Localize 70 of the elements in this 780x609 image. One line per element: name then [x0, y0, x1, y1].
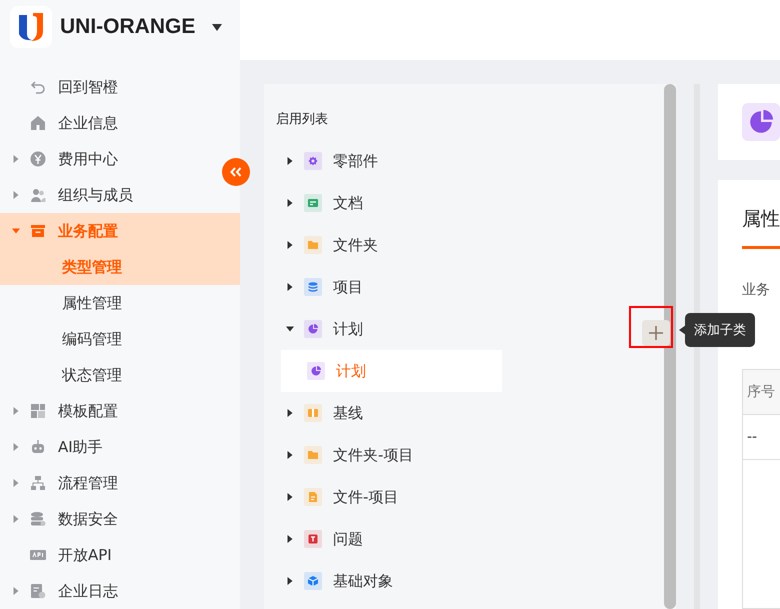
- sidebar-subitem[interactable]: 状态管理: [0, 357, 216, 393]
- api-tag-icon: [30, 549, 46, 561]
- sidebar-item[interactable]: 企业信息: [0, 105, 216, 141]
- tree-item[interactable]: 零部件: [276, 140, 386, 182]
- file-icon: [304, 488, 322, 506]
- tree-item[interactable]: 文件-项目: [276, 476, 406, 518]
- tab[interactable]: 属性: [742, 206, 780, 249]
- caret-right-icon[interactable]: [286, 493, 294, 501]
- tree-item[interactable]: 基线: [276, 392, 371, 434]
- document-icon: [304, 194, 322, 212]
- gear-icon: [304, 152, 322, 170]
- tree-item[interactable]: 文件夹: [276, 224, 386, 266]
- plus-icon: [648, 325, 664, 341]
- table-header-cell: 序号: [743, 370, 780, 415]
- caret-down-icon[interactable]: [286, 325, 294, 333]
- layout-blocks-icon: [30, 403, 46, 419]
- sidebar-subitem[interactable]: 编码管理: [0, 321, 216, 357]
- brand-name: UNI-ORANGE: [60, 15, 196, 39]
- split-panel-icon: [304, 404, 322, 422]
- house-icon: [30, 115, 46, 131]
- highlight-frame: [629, 306, 673, 348]
- document-log-icon: [30, 583, 46, 599]
- sidebar-item[interactable]: 企业日志: [0, 573, 216, 609]
- return-arrow-icon: [30, 79, 46, 95]
- database-icon: [30, 511, 46, 527]
- cube-icon: [304, 572, 322, 590]
- caret-right-icon[interactable]: [286, 283, 294, 291]
- add-button[interactable]: [642, 320, 670, 346]
- tree-item[interactable]: 问题: [276, 518, 371, 560]
- tree-item[interactable]: 基础对象: [276, 560, 401, 602]
- sidebar-item[interactable]: 组织与成员: [0, 177, 216, 213]
- sidebar-item[interactable]: 模板配置: [0, 393, 216, 429]
- scrollbar[interactable]: [664, 84, 676, 609]
- dropdown-caret-icon[interactable]: [212, 24, 222, 30]
- sidebar-subitem[interactable]: 属性管理: [0, 285, 216, 321]
- letter-t-icon: [304, 530, 322, 548]
- yuan-coin-icon: [30, 151, 46, 167]
- users-icon: [30, 187, 46, 203]
- double-chevron-left-icon: [230, 167, 242, 177]
- pie-chart-icon: [304, 320, 322, 338]
- caret-right-icon[interactable]: [286, 451, 294, 459]
- sidebar-item[interactable]: 费用中心: [0, 141, 216, 177]
- tooltip: 添加子类: [685, 313, 755, 347]
- pie-chart-icon: [307, 362, 325, 380]
- caret-right-icon[interactable]: [286, 409, 294, 417]
- tree-item[interactable]: 计划: [276, 308, 371, 350]
- caret-right-icon[interactable]: [286, 157, 294, 165]
- robot-icon: [30, 439, 46, 455]
- sidebar-item[interactable]: AI助手: [0, 429, 216, 465]
- sidebar-item[interactable]: 数据安全: [0, 501, 216, 537]
- pie-chart-icon: [749, 110, 773, 134]
- tray-icon: [30, 223, 46, 239]
- caret-right-icon[interactable]: [286, 535, 294, 543]
- tree-title: 启用列表: [276, 111, 328, 128]
- caret-right-icon[interactable]: [286, 241, 294, 249]
- folder-icon: [304, 236, 322, 254]
- tree-item[interactable]: 文档: [276, 182, 371, 224]
- database-icon: [304, 278, 322, 296]
- sidebar-item[interactable]: 流程管理: [0, 465, 216, 501]
- shield-logo-icon: [18, 12, 44, 42]
- hierarchy-icon: [30, 475, 46, 491]
- table-cell: --: [743, 415, 780, 460]
- tree-item[interactable]: 项目: [276, 266, 371, 308]
- caret-right-icon[interactable]: [286, 199, 294, 207]
- folder-icon: [304, 446, 322, 464]
- field-label: 业务: [742, 281, 771, 299]
- tree-item[interactable]: 文件夹-项目: [276, 434, 422, 476]
- sidebar-item[interactable]: 回到智橙: [0, 69, 216, 105]
- sidebar-item[interactable]: 开放API: [0, 537, 216, 573]
- caret-right-icon[interactable]: [286, 577, 294, 585]
